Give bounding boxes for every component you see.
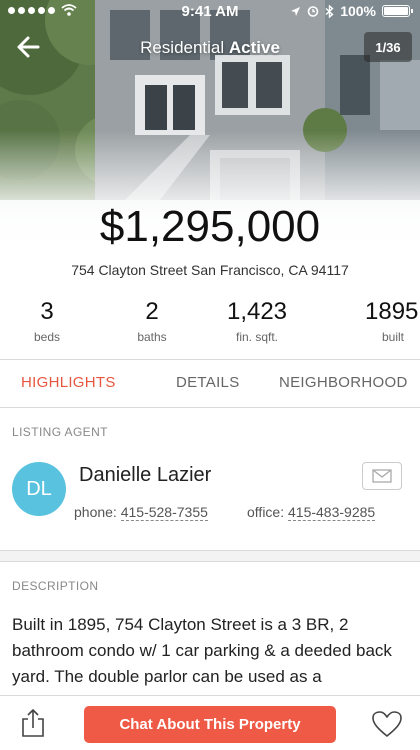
- alarm-icon: [307, 6, 319, 17]
- description-text: Built in 1895, 754 Clayton Street is a 3…: [12, 615, 392, 686]
- section-heading-description: DESCRIPTION: [12, 579, 99, 593]
- listing-address: 754 Clayton Street San Francisco, CA 941…: [71, 262, 349, 278]
- stat-label: fin. sqft.: [235, 330, 279, 344]
- email-agent-button[interactable]: [362, 462, 402, 490]
- title-type: Residential: [140, 38, 225, 57]
- photo-counter[interactable]: 1/36: [364, 32, 412, 62]
- status-bar: 9:41 AM 100%: [0, 0, 420, 24]
- phone-label: phone:: [74, 504, 117, 520]
- stat-value: 1,423: [226, 298, 288, 325]
- stat-label: baths: [137, 330, 167, 344]
- stat-value: 2: [145, 298, 159, 325]
- agent-phone: phone: 415-528-7355: [74, 504, 208, 521]
- phone-number-link[interactable]: 415-528-7355: [120, 504, 208, 521]
- battery-icon: [382, 5, 413, 17]
- listing-stats: 3 beds 2 baths 1,423 fin. sqft. 1895 bui…: [0, 298, 420, 348]
- office-number-link[interactable]: 415-483-9285: [288, 504, 376, 521]
- envelope-icon: [372, 469, 392, 483]
- navigation-bar: Residential Active 1/36: [0, 32, 420, 62]
- share-icon[interactable]: [20, 708, 46, 738]
- section-separator: [0, 551, 420, 561]
- stat-sqft: 1,423 fin. sqft.: [207, 298, 307, 344]
- stat-value: 1895: [365, 298, 419, 325]
- section-heading-listing-agent: LISTING AGENT: [12, 425, 108, 439]
- battery-level: [384, 7, 408, 15]
- bottom-action-bar: Chat About This Property: [0, 695, 420, 750]
- tab-bar: HIGHLIGHTS DETAILS NEIGHBORHOOD: [0, 360, 420, 406]
- page-title: Residential Active: [0, 38, 420, 58]
- tab-highlights[interactable]: HIGHLIGHTS: [21, 374, 116, 391]
- heart-icon[interactable]: [371, 710, 403, 738]
- location-arrow-icon: [291, 6, 301, 16]
- agent-office: office: 415-483-9285: [247, 504, 376, 521]
- agent-avatar: DL: [12, 462, 66, 516]
- stat-label: built: [382, 330, 405, 344]
- chat-about-property-button[interactable]: Chat About This Property: [84, 706, 336, 743]
- tab-neighborhood[interactable]: NEIGHBORHOOD: [279, 374, 408, 391]
- divider: [0, 561, 420, 562]
- stat-label: beds: [33, 330, 61, 344]
- stat-baths: 2 baths: [102, 298, 202, 344]
- stat-beds: 3 beds: [0, 298, 97, 344]
- stat-value: 3: [40, 298, 54, 325]
- battery-percent: 100%: [340, 3, 376, 19]
- stat-year-built: 1895 built: [344, 298, 420, 344]
- office-label: office:: [247, 504, 285, 520]
- agent-name: Danielle Lazier: [79, 464, 212, 486]
- title-status: Active: [228, 38, 280, 57]
- divider: [0, 407, 420, 408]
- bluetooth-icon: [325, 4, 334, 18]
- listing-price: $1,295,000: [99, 202, 321, 251]
- tab-details[interactable]: DETAILS: [176, 374, 240, 391]
